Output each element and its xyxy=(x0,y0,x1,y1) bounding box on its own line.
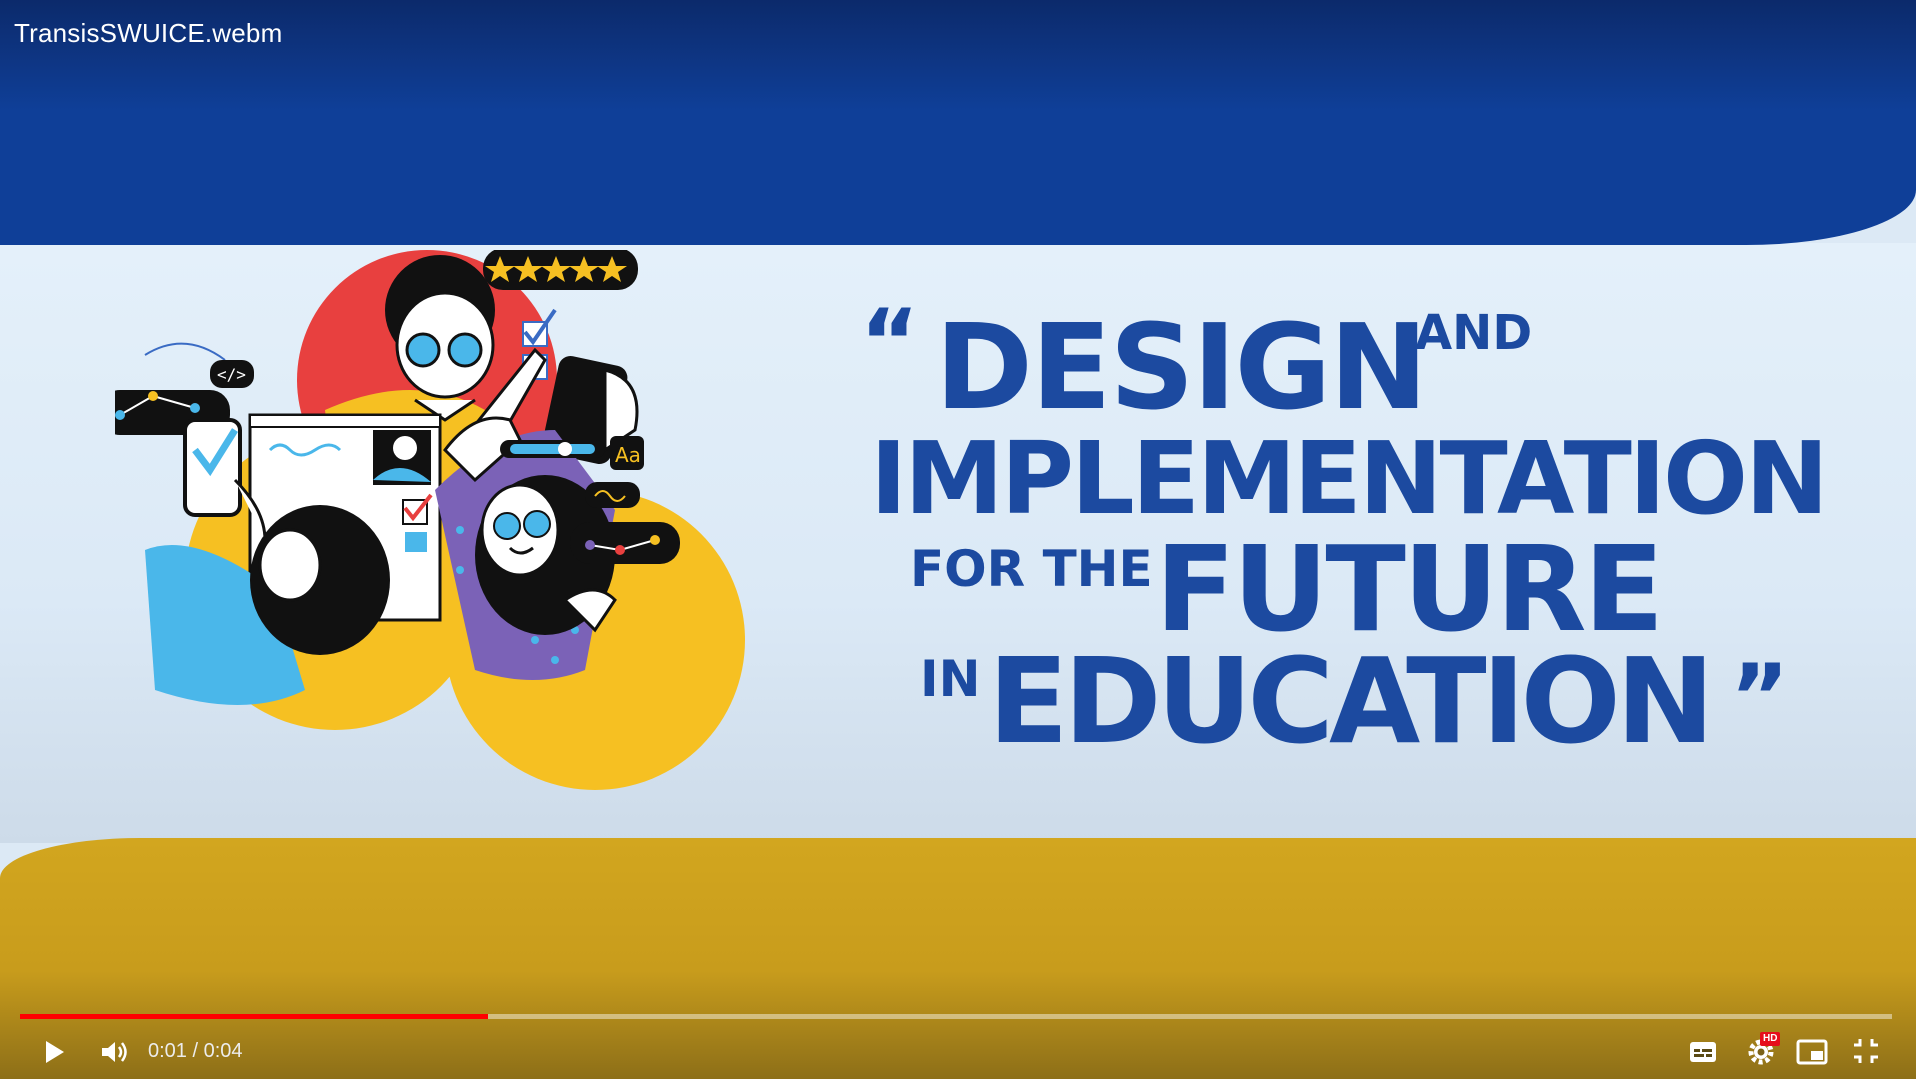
time-display: 0:01 / 0:04 xyxy=(148,1040,243,1062)
play-icon[interactable] xyxy=(38,1036,70,1068)
hd-badge: HD xyxy=(1760,1032,1781,1046)
quote-open: “ xyxy=(860,290,919,395)
volume-icon[interactable] xyxy=(98,1036,132,1068)
headline-in: IN xyxy=(920,650,981,708)
subtitles-icon[interactable] xyxy=(1688,1039,1718,1065)
quote-close: ” xyxy=(1730,645,1789,750)
svg-text:Aa: Aa xyxy=(615,443,641,467)
progress-bar[interactable] xyxy=(20,1014,1892,1019)
player-controls: 0:01 / 0:04 HD xyxy=(0,999,1916,1079)
headline-design: DESIGN xyxy=(935,298,1428,436)
education-people-illustration: </> Aa xyxy=(115,250,745,790)
headline-and: AND xyxy=(1415,305,1533,361)
svg-text:</>: </> xyxy=(217,365,246,384)
headline-education: EDUCATION xyxy=(988,632,1715,770)
progress-bar-played xyxy=(20,1014,488,1019)
video-title: TransisSWUICE.webm xyxy=(14,18,283,48)
video-player[interactable]: TransisSWUICE.webm </> Aa “ DESIGN AND I… xyxy=(0,0,1916,1079)
slide-top-band xyxy=(0,0,1916,245)
exit-fullscreen-icon[interactable] xyxy=(1852,1037,1880,1065)
headline-for-the: FOR THE xyxy=(910,540,1153,598)
miniplayer-icon[interactable] xyxy=(1796,1039,1828,1065)
